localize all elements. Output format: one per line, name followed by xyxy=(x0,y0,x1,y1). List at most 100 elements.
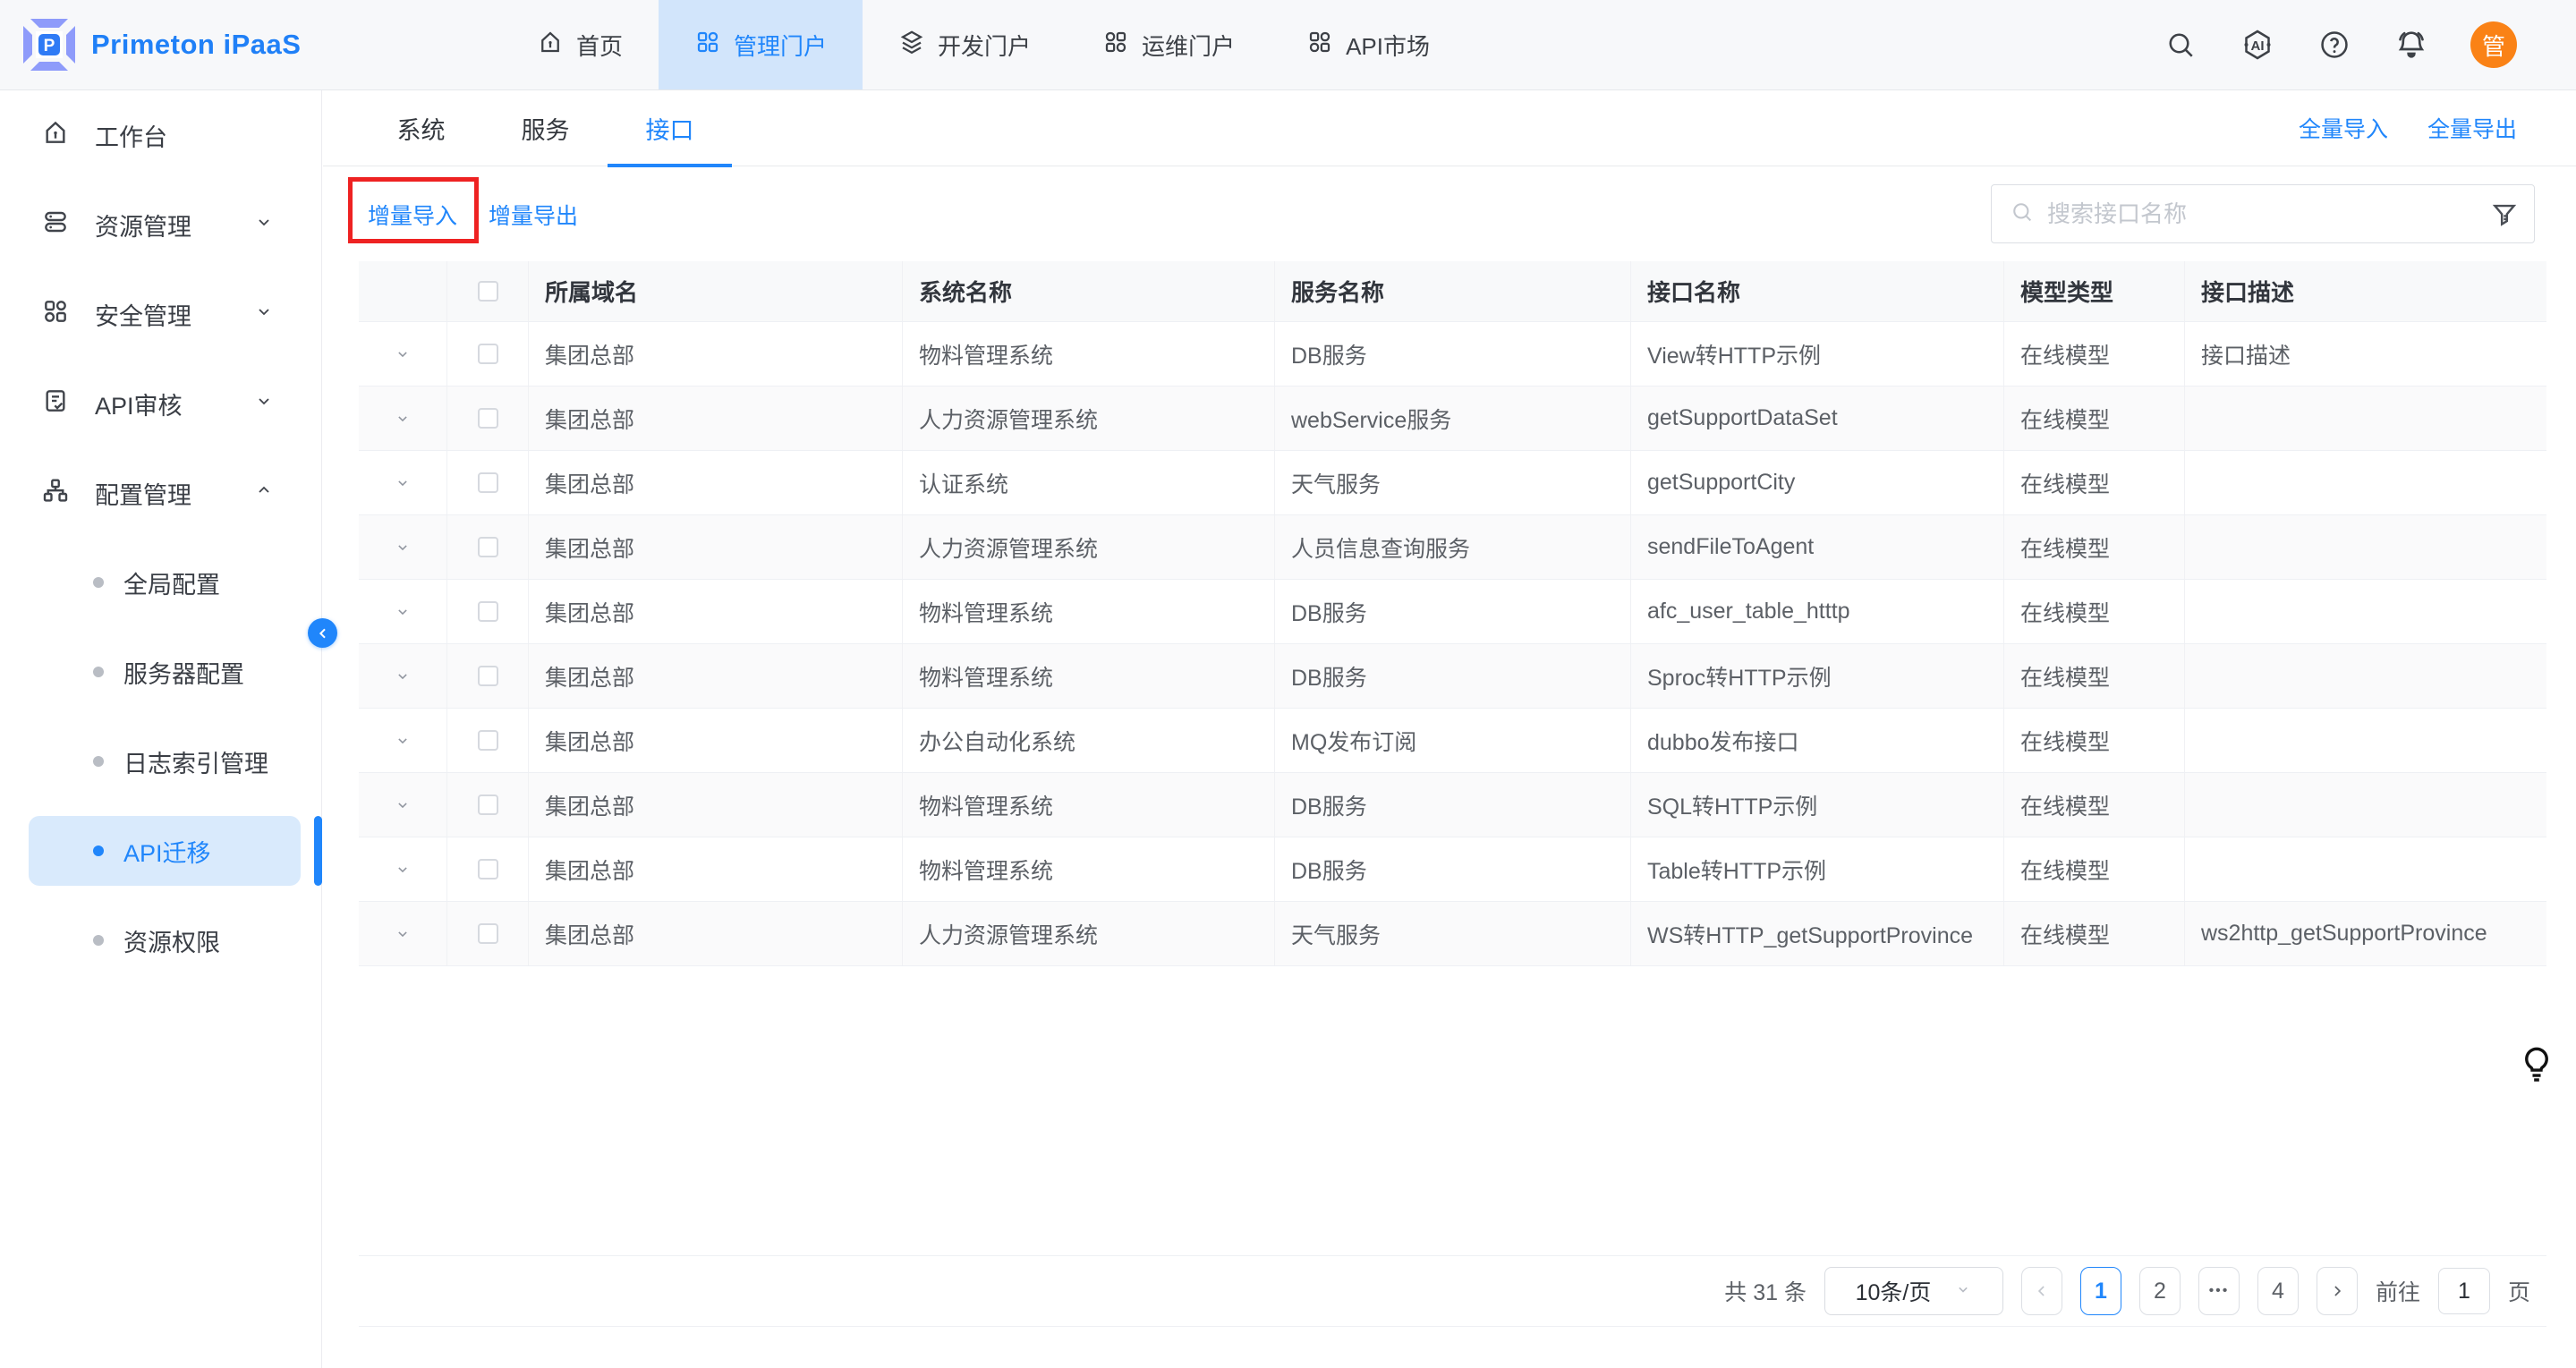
svg-text:AI: AI xyxy=(2251,38,2265,54)
row-expand-chevron-icon[interactable] xyxy=(394,796,412,814)
row-expand-chevron-icon[interactable] xyxy=(394,861,412,879)
select-all-checkbox[interactable] xyxy=(478,281,498,302)
cell: DB服务 xyxy=(1275,773,1631,837)
row-checkbox[interactable] xyxy=(478,472,498,493)
sitemap-icon xyxy=(41,476,70,511)
user-avatar[interactable]: 管 xyxy=(2470,21,2517,68)
cell: Sproc转HTTP示例 xyxy=(1631,644,2004,708)
cell: 天气服务 xyxy=(1275,902,1631,965)
sidebar-item-resource-mgmt[interactable]: 资源管理 xyxy=(0,180,321,269)
row-checkbox[interactable] xyxy=(478,923,498,944)
bulk-actions: 全量导入 全量导出 xyxy=(2299,112,2517,144)
total-count-label: 共 31 条 xyxy=(1724,1275,1807,1307)
cell xyxy=(2185,580,2546,643)
table-row: 集团总部物料管理系统DB服务Table转HTTP示例在线模型 xyxy=(359,837,2546,902)
sidebar-subitem-api-migration[interactable]: API迁移 xyxy=(0,806,321,896)
help-icon[interactable] xyxy=(2317,27,2352,63)
row-expand-chevron-icon[interactable] xyxy=(394,410,412,428)
row-checkbox[interactable] xyxy=(478,601,498,622)
cell: ws2http_getSupportProvince xyxy=(2185,902,2546,965)
sidebar-subitem-global-config[interactable]: 全局配置 xyxy=(0,538,321,627)
cell: 在线模型 xyxy=(2004,451,2185,514)
tab-interface[interactable]: 接口 xyxy=(608,90,732,166)
prev-page-button[interactable] xyxy=(2021,1267,2062,1315)
bullet-icon xyxy=(93,667,104,677)
cell: 集团总部 xyxy=(529,644,903,708)
tab-service[interactable]: 服务 xyxy=(483,90,608,166)
page-size-select[interactable]: 10条/页 xyxy=(1824,1267,2003,1315)
more-pages-button[interactable]: ••• xyxy=(2198,1267,2240,1315)
nav-item-api-market[interactable]: API市场 xyxy=(1271,0,1466,89)
cell: 物料管理系统 xyxy=(903,837,1275,901)
row-expand-chevron-icon[interactable] xyxy=(394,667,412,685)
chevron-up-icon xyxy=(253,480,275,507)
top-header: P Primeton iPaaS 首页 管理门户 开发门户 运维门户 API市场 xyxy=(0,0,2576,90)
cell: 在线模型 xyxy=(2004,644,2185,708)
sidebar-subitem-server-config[interactable]: 服务器配置 xyxy=(0,627,321,717)
incremental-import-button[interactable]: 增量导入 xyxy=(368,199,457,231)
row-expand-chevron-icon[interactable] xyxy=(394,732,412,750)
row-expand-chevron-icon[interactable] xyxy=(394,474,412,492)
page-button-1[interactable]: 1 xyxy=(2080,1267,2121,1315)
row-expand-chevron-icon[interactable] xyxy=(394,925,412,943)
toolbar: 增量导入 增量导出 xyxy=(323,167,2576,262)
row-checkbox[interactable] xyxy=(478,666,498,686)
row-expand-chevron-icon[interactable] xyxy=(394,539,412,557)
full-export-link[interactable]: 全量导出 xyxy=(2427,112,2517,144)
goto-page-input[interactable] xyxy=(2438,1268,2490,1314)
cell: dubbo发布接口 xyxy=(1631,709,2004,772)
next-page-button[interactable] xyxy=(2317,1267,2358,1315)
sidebar-subitem-resource-permission[interactable]: 资源权限 xyxy=(0,896,321,985)
search-input[interactable] xyxy=(2047,200,2484,228)
sidebar-collapse-button[interactable] xyxy=(308,618,337,648)
cell: 人力资源管理系统 xyxy=(903,515,1275,579)
row-checkbox[interactable] xyxy=(478,794,498,815)
notification-bell-icon[interactable] xyxy=(2393,27,2429,63)
row-expand-chevron-icon[interactable] xyxy=(394,345,412,363)
filter-funnel-icon[interactable] xyxy=(2489,200,2520,234)
nav-item-admin-portal[interactable]: 管理门户 xyxy=(659,0,863,89)
nav-item-dev-portal[interactable]: 开发门户 xyxy=(863,0,1067,89)
sidebar-subitem-log-index-mgmt[interactable]: 日志索引管理 xyxy=(0,717,321,806)
nav-item-ops-portal[interactable]: 运维门户 xyxy=(1067,0,1271,89)
full-import-link[interactable]: 全量导入 xyxy=(2299,112,2388,144)
table-row: 集团总部认证系统天气服务getSupportCity在线模型 xyxy=(359,451,2546,515)
sidebar-item-config-mgmt[interactable]: 配置管理 xyxy=(0,448,321,538)
search-icon xyxy=(2010,200,2035,229)
row-expand-chevron-icon[interactable] xyxy=(394,603,412,621)
cell: WS转HTTP_getSupportProvince xyxy=(1631,902,2004,965)
row-checkbox[interactable] xyxy=(478,408,498,429)
tab-bar: 系统 服务 接口 全量导入 全量导出 xyxy=(323,90,2576,166)
ai-assistant-icon[interactable]: AI xyxy=(2240,27,2275,63)
cell xyxy=(2185,451,2546,514)
tab-system[interactable]: 系统 xyxy=(359,90,483,166)
column-header-service: 服务名称 xyxy=(1275,261,1631,321)
cell: 集团总部 xyxy=(529,837,903,901)
hint-lightbulb-icon[interactable] xyxy=(2521,1045,2552,1089)
row-checkbox[interactable] xyxy=(478,859,498,879)
cell xyxy=(2185,773,2546,837)
nav-item-home[interactable]: 首页 xyxy=(501,0,659,89)
row-checkbox[interactable] xyxy=(478,344,498,364)
cell: 物料管理系统 xyxy=(903,322,1275,386)
cell: 在线模型 xyxy=(2004,902,2185,965)
table-row: 集团总部人力资源管理系统webService服务getSupportDataSe… xyxy=(359,387,2546,451)
interface-table: 所属域名 系统名称 服务名称 接口名称 模型类型 接口描述 集团总部物料管理系统… xyxy=(359,261,2546,966)
page-button-2[interactable]: 2 xyxy=(2139,1267,2181,1315)
incremental-export-button[interactable]: 增量导出 xyxy=(489,199,578,231)
search-icon[interactable] xyxy=(2163,27,2198,63)
row-checkbox[interactable] xyxy=(478,730,498,751)
cell: sendFileToAgent xyxy=(1631,515,2004,579)
sidebar-item-security-mgmt[interactable]: 安全管理 xyxy=(0,269,321,359)
row-checkbox[interactable] xyxy=(478,537,498,557)
cell: 认证系统 xyxy=(903,451,1275,514)
cell: 人力资源管理系统 xyxy=(903,902,1275,965)
cell: 人员信息查询服务 xyxy=(1275,515,1631,579)
sidebar-item-workbench[interactable]: 工作台 xyxy=(0,90,321,180)
sidebar-item-api-audit[interactable]: API审核 xyxy=(0,359,321,448)
cell: 在线模型 xyxy=(2004,837,2185,901)
logo: P Primeton iPaaS xyxy=(0,19,501,71)
document-check-icon xyxy=(41,387,70,421)
chevron-down-icon xyxy=(253,301,275,328)
page-button-4[interactable]: 4 xyxy=(2257,1267,2299,1315)
